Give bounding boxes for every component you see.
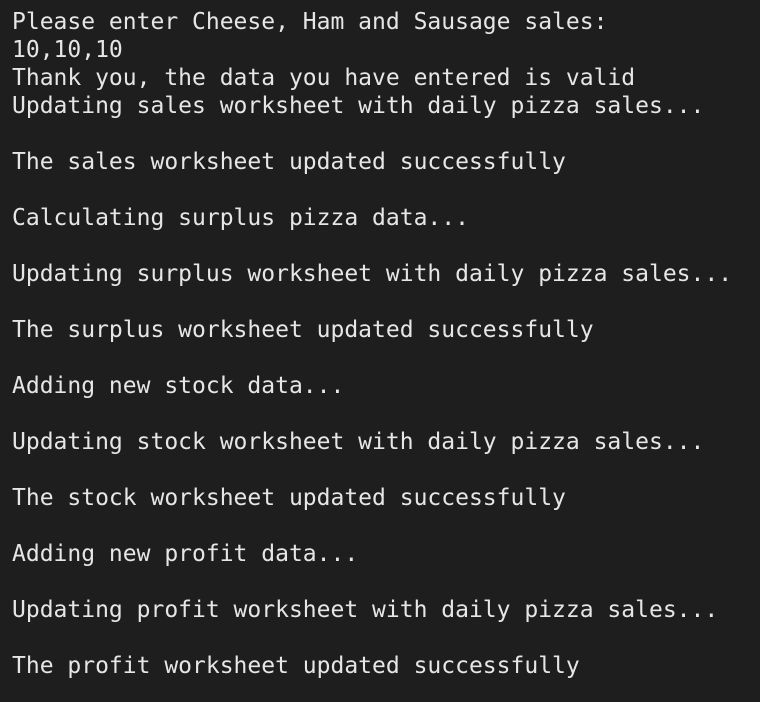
terminal-line: The sales worksheet updated successfully <box>12 149 566 175</box>
terminal-line: Updating surplus worksheet with daily pi… <box>12 261 733 287</box>
terminal-line: Adding new stock data... <box>12 373 345 399</box>
terminal-line: The stock worksheet updated successfully <box>12 485 566 511</box>
terminal-output[interactable]: Please enter Cheese, Ham and Sausage sal… <box>0 0 760 702</box>
terminal-line: Updating stock worksheet with daily pizz… <box>12 429 705 455</box>
terminal-line: Calculating surplus pizza data... <box>12 205 469 231</box>
terminal-line-user-input: 10,10,10 <box>12 37 123 63</box>
terminal-line: Updating sales worksheet with daily pizz… <box>12 93 705 119</box>
terminal-line: Thank you, the data you have entered is … <box>12 65 636 91</box>
terminal-line: The profit worksheet updated successfull… <box>12 653 580 679</box>
terminal-line: The surplus worksheet updated successful… <box>12 317 594 343</box>
terminal-line: Updating profit worksheet with daily piz… <box>12 597 719 623</box>
terminal-line: Adding new profit data... <box>12 541 359 567</box>
terminal-line-prompt: Please enter Cheese, Ham and Sausage sal… <box>12 9 608 35</box>
